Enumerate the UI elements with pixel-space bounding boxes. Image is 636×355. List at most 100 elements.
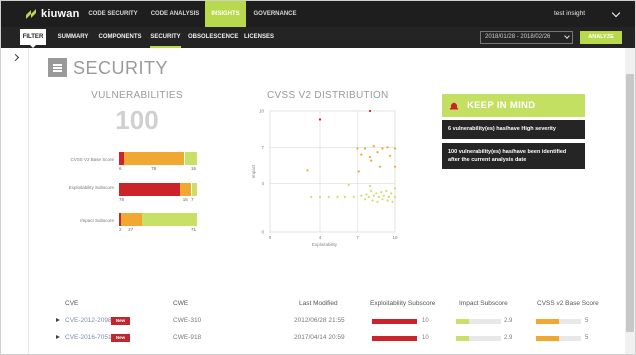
data-point: [347, 183, 350, 186]
data-point: [386, 146, 389, 149]
exploit-score-fill: [372, 336, 417, 341]
app-window: kiuwan CODE SECURITY CODE ANALYSIS INSIG…: [0, 0, 636, 355]
data-point: [318, 118, 322, 121]
app-logo[interactable]: kiuwan: [25, 7, 80, 21]
x-tick-label: 4: [319, 235, 322, 240]
cvss-score-value: 5: [585, 335, 589, 341]
topnav-code-analysis[interactable]: CODE ANALYSIS: [147, 1, 203, 27]
cwe-cell: CWE-918: [173, 334, 202, 341]
analyze-button[interactable]: ANALYZE: [580, 31, 622, 44]
impact-score-fill: [456, 336, 470, 341]
column-header-last-modified[interactable]: Last Modified: [299, 300, 338, 307]
cvss-chart-title: CVSS V2 DISTRIBUTION: [267, 90, 389, 101]
y-tick-label: 4: [261, 181, 264, 186]
cve-link[interactable]: CVE-2016-7051: [65, 334, 112, 341]
vertical-scrollbar[interactable]: [625, 48, 635, 354]
topnav-code-security[interactable]: CODE SECURITY: [85, 1, 141, 27]
data-point: [368, 155, 372, 159]
tab-security[interactable]: SECURITY: [150, 27, 181, 48]
data-point: [363, 147, 367, 150]
data-point: [368, 109, 372, 113]
data-point: [393, 165, 397, 168]
user-menu[interactable]: test insight: [554, 1, 585, 27]
scrollbar-thumb[interactable]: [626, 74, 634, 332]
column-header-exploitability[interactable]: Exploitability Subscore: [370, 300, 435, 307]
bar-value-label: 78: [119, 197, 125, 202]
data-point: [381, 147, 384, 150]
bar-segment: [184, 152, 197, 165]
tab-obsolescence[interactable]: OBSOLESCENCE: [188, 27, 238, 48]
column-header-impact[interactable]: Impact Subscore: [459, 300, 508, 307]
tab-components[interactable]: COMPONENTS: [97, 27, 143, 48]
data-point: [360, 153, 363, 156]
filter-button[interactable]: FILTER: [20, 29, 46, 48]
impact-score-bar: [456, 336, 501, 341]
expand-row-arrow-icon[interactable]: [56, 318, 60, 322]
bar-value-label: 78: [151, 166, 157, 171]
cwe-cell: CWE-310: [173, 317, 202, 324]
data-point: [386, 199, 389, 202]
bar-segment: [119, 183, 180, 196]
bar-value-label: 15: [182, 197, 188, 202]
data-point: [371, 199, 374, 202]
column-header-cwe[interactable]: CWE: [173, 300, 188, 307]
sidebar-divider: [28, 48, 29, 354]
keep-in-mind-title: KEEP IN MIND: [467, 100, 536, 111]
data-point: [360, 194, 363, 197]
vulnerabilities-title: VULNERABILITIES: [91, 90, 183, 101]
data-point: [380, 191, 383, 194]
cve-link[interactable]: CVE-2012-2098: [65, 317, 112, 324]
bar-value-label: 27: [128, 227, 134, 232]
data-point: [390, 192, 393, 195]
data-point: [375, 192, 378, 195]
tab-licenses[interactable]: LICENSES: [244, 27, 274, 48]
topnav-governance[interactable]: GOVERNANCE: [251, 1, 299, 27]
bar-label: CVSS V2 Base Score: [70, 157, 114, 162]
cvss-scatter-chart: 0 4 7 10 0 4 7 10 Exploitability Impact: [251, 109, 398, 248]
data-point: [356, 147, 359, 150]
column-header-cvss[interactable]: CVSS v2 Base Score: [537, 300, 599, 307]
chevron-down-icon: [564, 33, 570, 39]
data-point: [318, 195, 322, 198]
chevron-down-icon[interactable]: [611, 8, 621, 18]
date-range-select[interactable]: 2018/01/28 - 2018/02/26: [480, 31, 573, 44]
impact-score-value: 2.9: [504, 318, 513, 324]
data-point: [363, 198, 367, 201]
bar-segment: [179, 183, 192, 196]
bar-segment: [120, 213, 142, 226]
bar-segment: [191, 183, 197, 196]
expand-row-arrow-icon[interactable]: [56, 335, 60, 339]
x-tick-label: 10: [392, 235, 398, 240]
data-point: [388, 154, 392, 157]
app-name: kiuwan: [41, 8, 80, 20]
last-modified-cell: 2017/04/14 20:59: [294, 334, 345, 341]
new-badge: New: [111, 334, 130, 342]
exploit-score-bar: [372, 336, 417, 341]
y-tick-label: 10: [259, 109, 265, 114]
column-header-cve[interactable]: CVE: [65, 300, 78, 307]
last-modified-cell: 2012/06/28 21:55: [294, 317, 345, 324]
exploit-score-bar: [372, 319, 417, 324]
cvss-score-bar: [536, 336, 581, 341]
y-tick-label: 0: [261, 230, 264, 235]
cvss-score-fill: [536, 319, 559, 324]
topnav-insights[interactable]: INSIGHTS: [205, 1, 246, 27]
expand-sidebar-chevron-icon[interactable]: [11, 53, 20, 62]
data-point: [372, 145, 375, 148]
y-axis-label: Impact: [251, 164, 256, 178]
bar-value-label: 16: [191, 166, 197, 171]
exploit-score-value: 10: [422, 335, 429, 341]
cvss-score-value: 5: [585, 318, 589, 324]
data-point: [376, 151, 379, 154]
data-point: [393, 187, 397, 190]
bar-value-label: 2: [119, 227, 122, 232]
bar-segment: [123, 152, 185, 165]
data-point: [352, 195, 355, 198]
tab-summary[interactable]: SUMMARY: [55, 27, 91, 48]
data-point: [370, 189, 373, 192]
list-icon: [48, 58, 67, 77]
kiuwan-logo-icon: [26, 8, 36, 19]
bar-value-label: 7: [191, 197, 194, 202]
data-point: [393, 147, 397, 150]
x-tick-label: 7: [356, 235, 359, 240]
